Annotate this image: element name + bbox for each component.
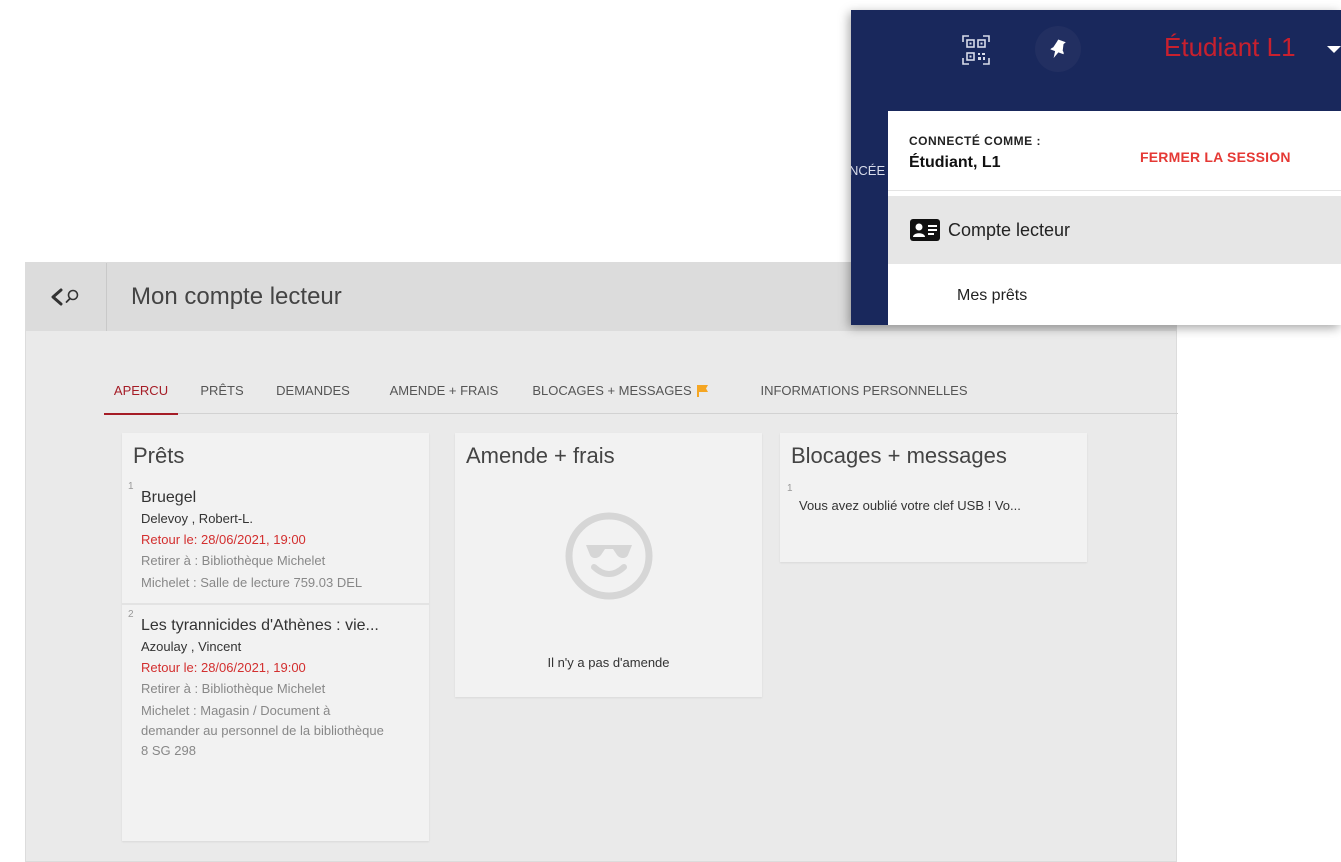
nav-item-partial: NCÉE	[851, 163, 886, 178]
fines-empty-state: Il n'y a pas d'amende	[455, 511, 762, 670]
loan-due-date: Retour le: 28/06/2021, 19:00	[141, 660, 306, 675]
loan-title[interactable]: Les tyrannicides d'Athènes : vie...	[141, 617, 418, 635]
blocks-messages-card: Blocages + messages 1 Vous avez oublié v…	[780, 433, 1087, 562]
message-item[interactable]: 1 Vous avez oublié votre clef USB ! Vo..…	[780, 469, 1087, 513]
loan-pickup: Retirer à : Bibliothèque Michelet	[141, 553, 326, 568]
smiley-sunglasses-icon	[565, 512, 652, 600]
fines-card-title: Amende + frais	[466, 443, 615, 468]
fines-card: Amende + frais Il n'y a pas d'amende	[455, 433, 762, 697]
loan-title[interactable]: Bruegel	[141, 489, 418, 507]
tab-blocages-messages[interactable]: BLOCAGES + MESSAGES	[526, 368, 716, 414]
loan-location: Michelet : Salle de lecture 759.03 DEL	[141, 575, 363, 590]
menu-item-label: Compte lecteur	[948, 219, 1071, 240]
loan-item[interactable]: 2 Les tyrannicides d'Athènes : vie... Az…	[122, 603, 429, 771]
logout-button[interactable]: FERMER LA SESSION	[1140, 149, 1291, 165]
loan-due-date: Retour le: 28/06/2021, 19:00	[141, 532, 306, 547]
connected-user-name: Étudiant, L1	[909, 154, 1001, 171]
tab-informations-personnelles[interactable]: INFORMATIONS PERSONNELLES	[744, 368, 984, 414]
account-tabs: APERCU PRÊTS DEMANDES AMENDE + FRAIS BLO…	[104, 368, 1178, 415]
user-dropdown-menu: CONNECTÉ COMME : Étudiant, L1 FERMER LA …	[888, 111, 1341, 325]
menu-item-mes-prets[interactable]: Mes prêts	[957, 287, 1027, 305]
blocks-card-title: Blocages + messages	[791, 443, 1007, 468]
pin-button[interactable]	[1035, 26, 1081, 72]
id-card-icon	[910, 219, 940, 241]
loans-card-title: Prêts	[133, 443, 185, 468]
user-menu-overlay: Étudiant L1 NCÉE CONNECTÉ COMME : Étudia…	[851, 10, 1341, 325]
loan-author: Azoulay , Vincent	[141, 639, 242, 654]
menu-item-compte-lecteur[interactable]: Compte lecteur	[888, 196, 1341, 264]
account-panel: Mon compte lecteur APERCU PRÊTS DEMANDES…	[25, 262, 1178, 862]
loan-author: Delevoy , Robert-L.	[141, 511, 253, 526]
connected-as-label: CONNECTÉ COMME :	[909, 134, 1041, 148]
back-search-icon	[51, 288, 79, 306]
qr-code-button[interactable]	[961, 34, 991, 66]
loan-pickup: Retirer à : Bibliothèque Michelet	[141, 681, 326, 696]
user-menu-toggle[interactable]: Étudiant L1	[1164, 32, 1296, 63]
loan-item[interactable]: 1 Bruegel Delevoy , Robert-L. Retour le:…	[122, 477, 429, 603]
loan-location: Michelet : Magasin / Document à demander…	[141, 703, 384, 758]
tab-apercu[interactable]: APERCU	[104, 368, 178, 415]
tab-demandes[interactable]: DEMANDES	[270, 368, 356, 414]
message-index: 1	[787, 483, 793, 494]
session-info: CONNECTÉ COMME : Étudiant, L1 FERMER LA …	[888, 111, 1341, 191]
flag-icon	[696, 385, 708, 397]
tab-prets[interactable]: PRÊTS	[200, 368, 243, 414]
qr-code-icon	[962, 35, 990, 65]
message-text: Vous avez oublié votre clef USB ! Vo...	[799, 498, 1021, 513]
pin-icon	[1050, 39, 1066, 59]
fines-empty-text: Il n'y a pas d'amende	[547, 655, 670, 670]
page-title: Mon compte lecteur	[131, 283, 342, 310]
back-to-search-button[interactable]	[26, 263, 107, 331]
loan-index: 2	[128, 609, 134, 620]
loans-card: Prêts 1 Bruegel Delevoy , Robert-L. Reto…	[122, 433, 429, 841]
loan-index: 1	[128, 481, 134, 492]
chevron-down-icon[interactable]	[1327, 46, 1341, 53]
top-bar: Étudiant L1	[851, 10, 1341, 100]
tab-amende-frais[interactable]: AMENDE + FRAIS	[384, 368, 504, 414]
